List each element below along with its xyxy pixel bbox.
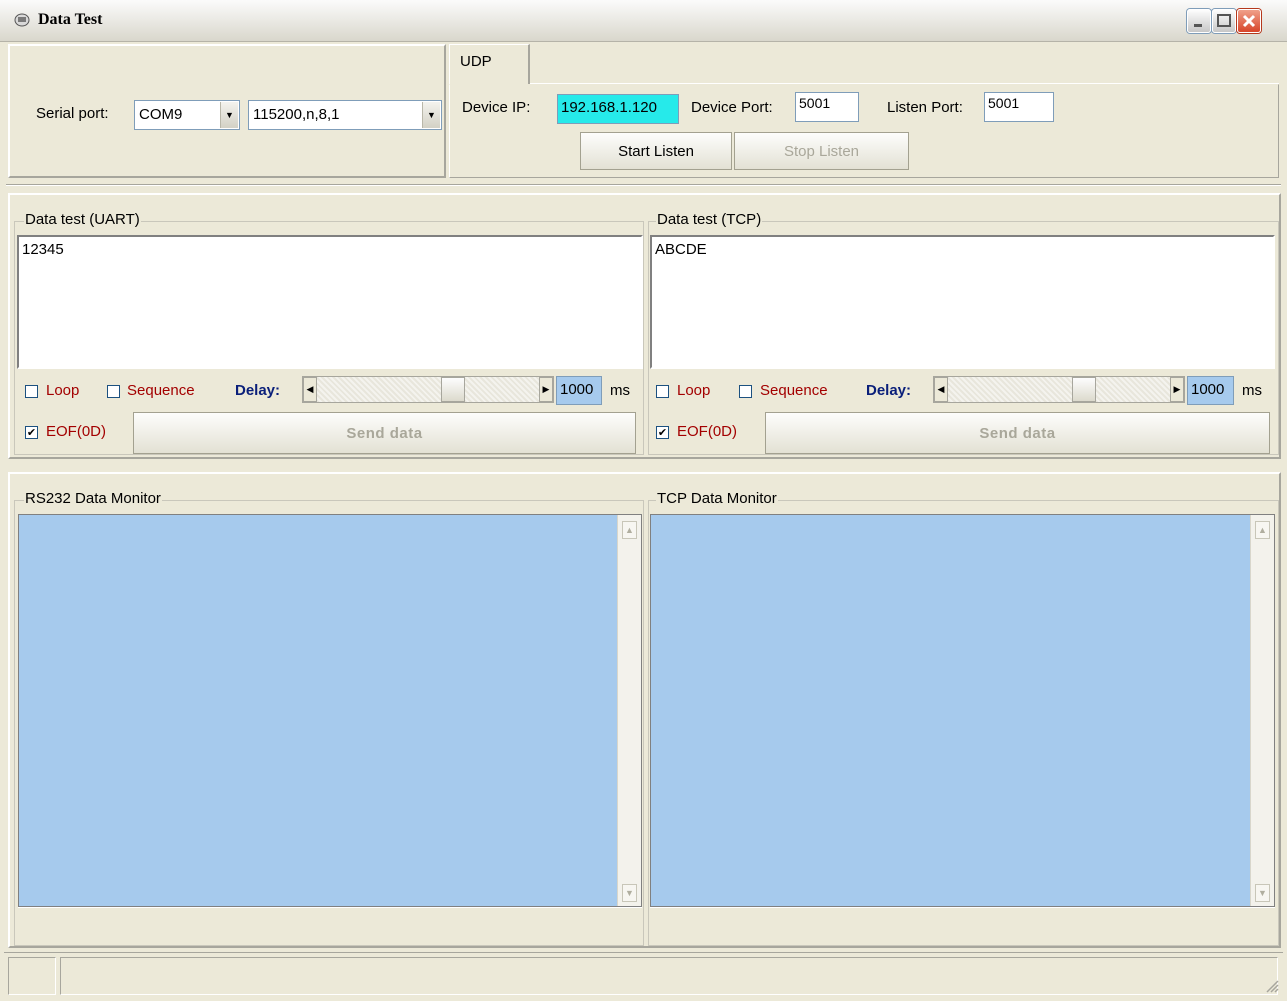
device-ip-label: Device IP: (462, 99, 531, 116)
minimize-icon (1194, 24, 1202, 27)
uart-delay-label: Delay: (235, 382, 281, 399)
tcp-sequence-label: Sequence (760, 382, 828, 399)
listen-port-input[interactable]: 5001 (984, 92, 1054, 122)
minimize-button[interactable] (1187, 9, 1211, 33)
uart-sequence-label: Sequence (127, 382, 195, 399)
arrow-left-icon[interactable]: ◀ (303, 377, 317, 402)
scroll-down-icon[interactable]: ▼ (1255, 884, 1270, 902)
tcp-monitor-area[interactable]: ▲ ▼ (650, 514, 1275, 907)
chevron-down-icon[interactable]: ▼ (220, 102, 238, 128)
uart-group-label: Data test (UART) (24, 211, 141, 228)
tab-udp-label: UDP (460, 53, 492, 70)
device-port-label: Device Port: (691, 99, 773, 116)
serial-panel: Serial port: COM9 ▼ 115200,n,8,1 ▼ (8, 44, 446, 178)
tcp-loop-checkbox[interactable] (656, 385, 669, 398)
udp-panel: Device IP: 192.168.1.120 Device Port: 50… (449, 84, 1279, 178)
uart-text: 12345 (22, 241, 64, 258)
tcp-delay-label: Delay: (866, 382, 912, 399)
serial-settings-combo[interactable]: 115200,n,8,1 ▼ (248, 100, 442, 130)
tab-udp[interactable]: UDP (449, 44, 530, 84)
tcp-send-button[interactable]: Send data (765, 412, 1270, 454)
status-bar (4, 952, 1283, 997)
resize-grip-icon[interactable] (1265, 979, 1279, 993)
tcp-monitor-label: TCP Data Monitor (656, 490, 778, 507)
uart-sequence-checkbox[interactable] (107, 385, 120, 398)
uart-send-button[interactable]: Send data (133, 412, 636, 454)
uart-eof-checkbox[interactable]: ✔ (25, 426, 38, 439)
tcp-delay-slider[interactable]: ◀ ▶ (933, 376, 1185, 403)
status-pane-2 (60, 957, 1278, 995)
tcp-delay-thumb[interactable] (1072, 377, 1096, 402)
arrow-right-icon[interactable]: ▶ (1170, 377, 1184, 402)
start-listen-button[interactable]: Start Listen (580, 132, 732, 170)
maximize-button[interactable] (1212, 9, 1236, 33)
tcp-loop-label: Loop (677, 382, 711, 399)
uart-loop-label: Loop (46, 382, 80, 399)
scroll-up-icon[interactable]: ▲ (622, 521, 637, 539)
uart-delay-unit: ms (610, 382, 630, 399)
uart-delay-thumb[interactable] (441, 377, 465, 402)
device-port-input[interactable]: 5001 (795, 92, 859, 122)
status-pane-1 (8, 957, 56, 995)
rs232-monitor-area[interactable]: ▲ ▼ (18, 514, 642, 907)
separator (6, 184, 1281, 186)
serial-port-value: COM9 (139, 106, 183, 123)
tcp-group-label: Data test (TCP) (656, 211, 763, 228)
rs232-monitor-label: RS232 Data Monitor (24, 490, 162, 507)
tcp-text-area[interactable]: ABCDE (650, 235, 1275, 369)
rs232-status-strip (18, 907, 642, 945)
tcp-eof-label: EOF(0D) (677, 423, 737, 440)
listen-port-label: Listen Port: (887, 99, 963, 116)
uart-delay-slider[interactable]: ◀ ▶ (302, 376, 554, 403)
tcp-delay-input[interactable]: 1000 (1187, 376, 1234, 405)
serial-settings-value: 115200,n,8,1 (253, 106, 340, 123)
tab-strip (530, 44, 1279, 84)
serial-port-combo[interactable]: COM9 ▼ (134, 100, 240, 130)
close-button[interactable] (1237, 9, 1261, 33)
tcp-eof-checkbox[interactable]: ✔ (656, 426, 669, 439)
device-ip-input[interactable]: 192.168.1.120 (557, 94, 679, 124)
window-title: Data Test (38, 11, 103, 28)
uart-loop-checkbox[interactable] (25, 385, 38, 398)
maximize-icon (1217, 14, 1231, 27)
stop-listen-button[interactable]: Stop Listen (734, 132, 909, 170)
serial-port-label: Serial port: (36, 105, 109, 122)
chevron-down-icon[interactable]: ▼ (422, 102, 440, 128)
tcp-delay-unit: ms (1242, 382, 1262, 399)
scroll-up-icon[interactable]: ▲ (1255, 521, 1270, 539)
scroll-down-icon[interactable]: ▼ (622, 884, 637, 902)
uart-delay-input[interactable]: 1000 (556, 376, 602, 405)
tcp-sequence-checkbox[interactable] (739, 385, 752, 398)
uart-text-area[interactable]: 12345 (17, 235, 643, 369)
tcp-text: ABCDE (655, 241, 707, 258)
title-bar: Data Test (0, 0, 1287, 42)
close-icon (1242, 14, 1256, 28)
rs232-vertical-scrollbar[interactable]: ▲ ▼ (617, 515, 641, 906)
arrow-left-icon[interactable]: ◀ (934, 377, 948, 402)
tcp-vertical-scrollbar[interactable]: ▲ ▼ (1250, 515, 1274, 906)
arrow-right-icon[interactable]: ▶ (539, 377, 553, 402)
app-icon (14, 13, 30, 27)
tcp-status-strip (650, 907, 1275, 945)
uart-eof-label: EOF(0D) (46, 423, 106, 440)
